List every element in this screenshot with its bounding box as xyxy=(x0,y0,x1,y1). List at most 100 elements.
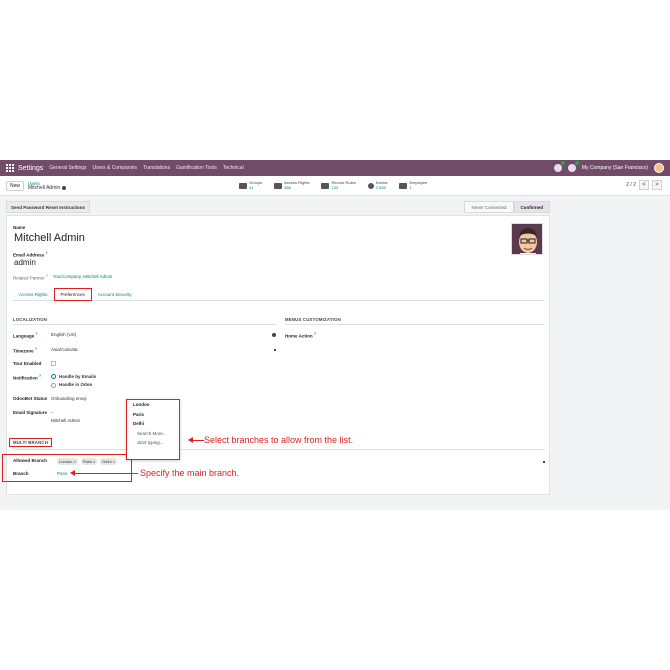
language-row: Language ? English (US) xyxy=(13,332,276,339)
navbar-systray: My Company (San Francisco) xyxy=(553,161,664,173)
groups-icon xyxy=(239,182,247,189)
tab-account-security[interactable]: Account Security xyxy=(92,288,138,301)
signature-line-1: -- xyxy=(51,410,54,415)
karma-icon xyxy=(367,182,374,189)
pager: 2 / 2 < > xyxy=(626,180,662,190)
menu-users-companies[interactable]: Users & Companies xyxy=(93,165,137,171)
state-confirmed[interactable]: Confirmed xyxy=(513,201,550,213)
stat-access-rights[interactable]: Access Rights 386 xyxy=(271,179,312,192)
language-label: Language ? xyxy=(13,332,51,339)
odoo-app: Settings General Settings Users & Compan… xyxy=(0,160,670,510)
stat-record-rules[interactable]: Record Rules 133 xyxy=(318,179,358,192)
odoobot-status-label: OdooBot Status xyxy=(13,396,48,401)
menu-translations[interactable]: Translations xyxy=(143,165,170,171)
home-action-label: Home Action ? xyxy=(285,332,316,339)
apps-grid-icon[interactable] xyxy=(6,164,14,172)
timezone-select[interactable]: Asia/Calcutta xyxy=(51,347,78,352)
annotation-main-branch: Specify the main branch. xyxy=(140,468,240,478)
annotation-arrow xyxy=(192,440,204,441)
menu-technical[interactable]: Technical xyxy=(223,165,244,171)
pager-next-button[interactable]: > xyxy=(652,180,662,190)
stat-value: 41 xyxy=(249,184,254,190)
odoobot-status-select[interactable]: Onboarding emoji xyxy=(51,396,87,401)
notification-option-emails-label: Handle by Emails xyxy=(59,374,97,379)
user-avatar-image[interactable] xyxy=(511,223,543,255)
annotation-select-branches: Select branches to allow from the list. xyxy=(204,435,354,445)
pager-previous-button[interactable]: < xyxy=(639,180,649,190)
dropdown-option-london[interactable]: London xyxy=(127,400,179,410)
dropdown-search-more[interactable]: Search More... xyxy=(127,429,179,439)
form-statusbar: Send Password Reset Instructions Never C… xyxy=(6,201,550,213)
stat-employee[interactable]: Employee 1 xyxy=(396,179,430,192)
activity-clock-icon[interactable] xyxy=(567,161,579,172)
help-mark[interactable]: ? xyxy=(39,374,41,378)
localization-section-title: LOCALIZATION xyxy=(13,317,276,325)
related-partner-link[interactable]: YourCompany, Mitchell Admin xyxy=(53,274,113,281)
annotation-arrow xyxy=(74,473,138,474)
dropdown-caret-icon[interactable] xyxy=(543,461,545,463)
state-never-connected[interactable]: Never Connected xyxy=(464,201,514,213)
notification-label: Notification ? xyxy=(13,374,51,381)
app-title[interactable]: Settings xyxy=(18,165,43,172)
home-action-label-text: Home Action xyxy=(285,333,313,339)
user-avatar-icon[interactable] xyxy=(654,163,664,173)
list-icon xyxy=(274,182,283,189)
signature-line-2: Mitchell Admin xyxy=(51,418,81,423)
email-label: Email Address ? xyxy=(13,251,48,258)
tour-enabled-label: Tour Enabled xyxy=(13,361,42,366)
home-action-row: Home Action ? xyxy=(285,332,316,339)
tour-enabled-checkbox[interactable] xyxy=(51,361,56,366)
tour-enabled-row: Tour Enabled xyxy=(13,361,56,366)
dropdown-option-paris[interactable]: Paris xyxy=(127,410,179,420)
name-field[interactable]: Mitchell Admin xyxy=(14,232,85,244)
help-mark[interactable]: ? xyxy=(36,332,38,336)
language-select[interactable]: English (US) xyxy=(51,332,76,337)
menu-general-settings[interactable]: General Settings xyxy=(49,165,86,171)
related-partner-label-text: Related Partner xyxy=(13,275,45,281)
email-signature-label: Email Signature xyxy=(13,410,48,415)
new-button[interactable]: New xyxy=(6,180,25,191)
multi-branch-highlight xyxy=(2,454,132,482)
list-icon xyxy=(321,182,330,189)
employee-icon xyxy=(399,182,408,189)
stat-value: 1 xyxy=(409,184,412,190)
breadcrumb-current: Mitchell Admin xyxy=(28,185,67,191)
chat-icon[interactable] xyxy=(553,161,565,172)
dropdown-option-delhi[interactable]: Delhi xyxy=(127,419,179,429)
menu-gamification-tools[interactable]: Gamification Tools xyxy=(176,165,217,171)
help-mark[interactable]: ? xyxy=(45,251,47,255)
pager-value: 2 / 2 xyxy=(626,182,636,188)
multi-branch-section-title: MULTI BRANCH xyxy=(9,438,53,447)
control-panel: New Users Mitchell Admin Groups 41 Access… xyxy=(0,176,670,196)
odoobot-status-row: OdooBot Status Onboarding emoji xyxy=(13,396,87,401)
help-mark[interactable]: ? xyxy=(46,274,48,278)
help-mark[interactable]: ? xyxy=(35,347,37,351)
stat-karma[interactable]: Karma 2,506 xyxy=(365,179,391,192)
top-navbar: Settings General Settings Users & Compan… xyxy=(0,160,670,176)
notification-label-text: Notification xyxy=(13,375,38,381)
timezone-label: Timezone ? xyxy=(13,347,51,354)
gear-icon[interactable] xyxy=(62,186,67,190)
email-field[interactable]: admin xyxy=(14,258,36,267)
section-divider xyxy=(13,449,545,450)
timezone-row: Timezone ? Asia/Calcutta xyxy=(13,347,276,354)
company-switcher[interactable]: My Company (San Francisco) xyxy=(582,165,648,171)
notification-option-emails[interactable]: Handle by Emails xyxy=(51,374,97,380)
main-menu: General Settings Users & Companies Trans… xyxy=(49,165,243,171)
notification-option-odoo[interactable]: Handle in Odoo xyxy=(51,382,96,388)
email-signature-editor[interactable]: -- Mitchell Admin xyxy=(51,410,80,423)
related-partner-row: Related Partner ? YourCompany, Mitchell … xyxy=(13,274,112,281)
tab-preferences[interactable]: Preferences xyxy=(53,288,92,301)
language-label-text: Language xyxy=(13,333,35,339)
form-sheet: Name Mitchell Admin Email Address ? admi… xyxy=(6,215,550,495)
related-partner-label: Related Partner ? xyxy=(13,274,48,281)
form-tabs: Access Rights Preferences Account Securi… xyxy=(13,288,545,301)
radio-selected-icon xyxy=(51,374,56,380)
avatar-face-icon xyxy=(512,224,542,254)
dropdown-caret-icon[interactable] xyxy=(274,349,276,351)
tab-access-rights[interactable]: Access Rights xyxy=(13,288,54,301)
help-mark[interactable]: ? xyxy=(314,332,316,336)
send-password-reset-button[interactable]: Send Password Reset Instructions xyxy=(6,201,91,213)
stat-groups[interactable]: Groups 41 xyxy=(236,179,265,192)
language-external-icon[interactable] xyxy=(272,333,276,337)
